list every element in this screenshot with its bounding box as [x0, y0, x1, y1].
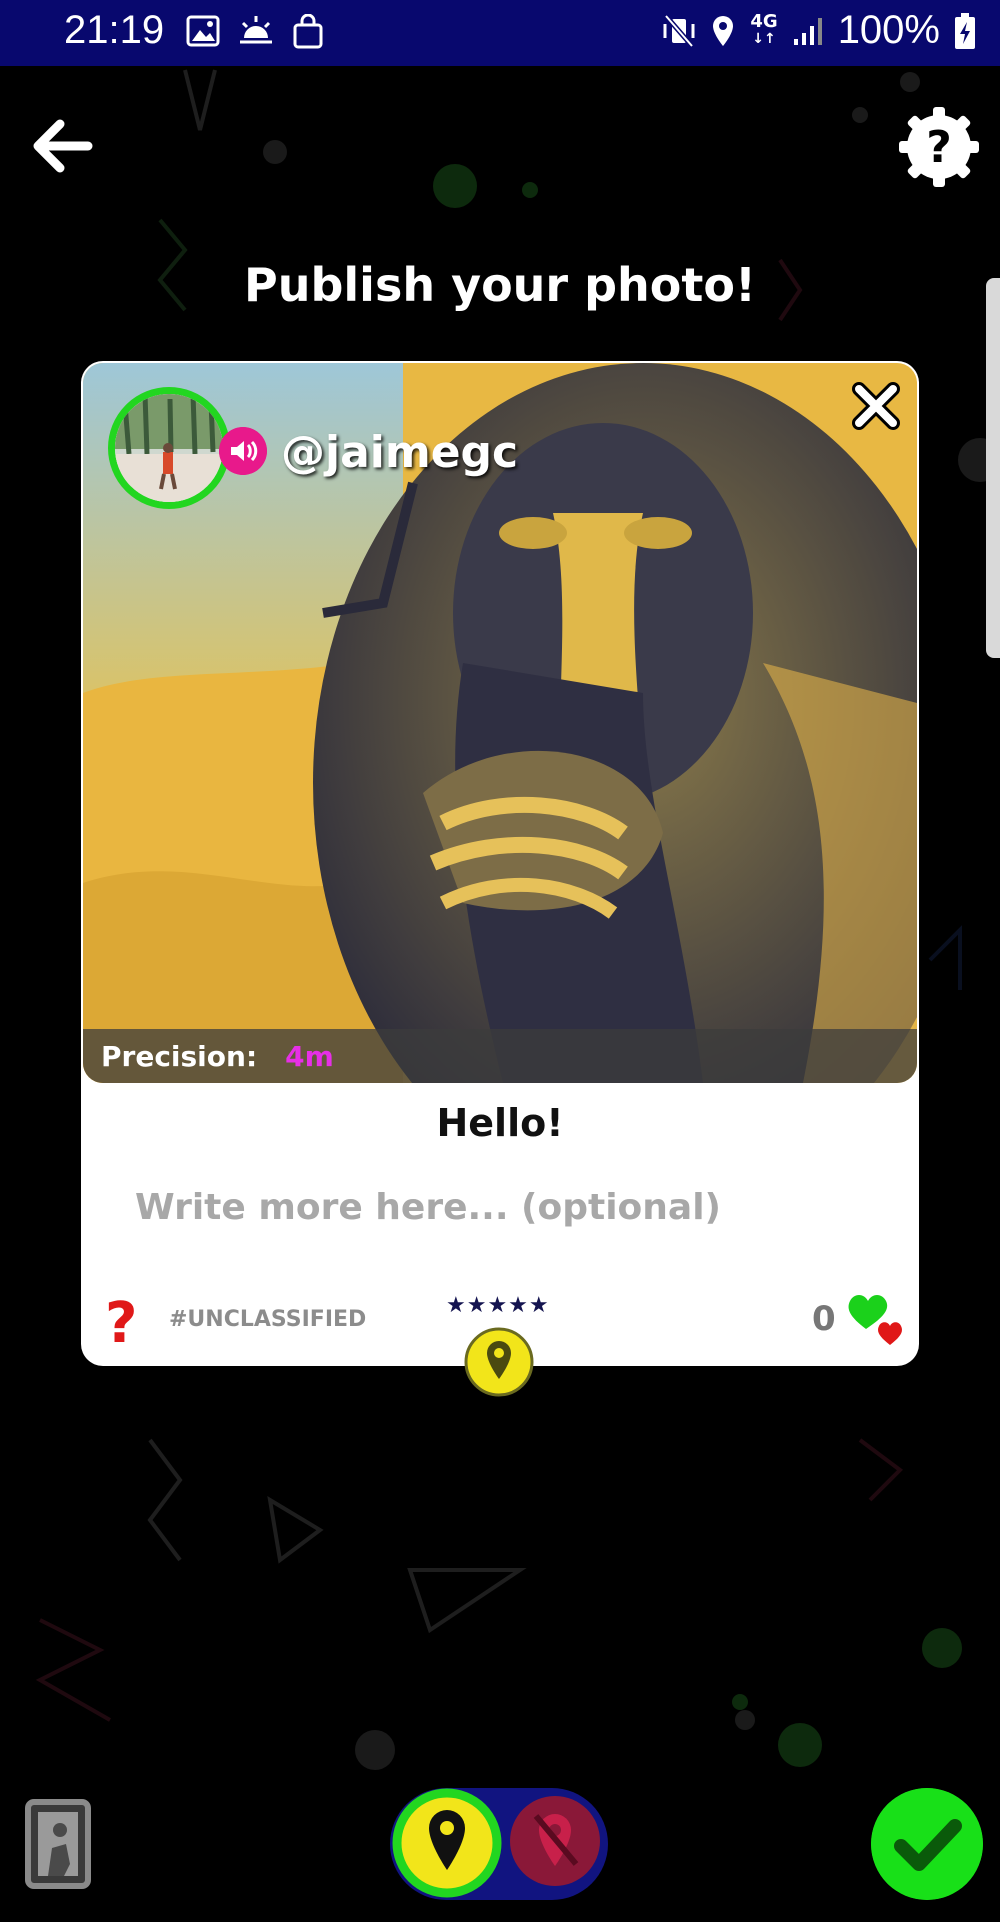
side-drawer-handle[interactable]: [986, 278, 1000, 658]
photo-card: Precision: 4m @jaimegc Hello! ? #UNCLASS…: [81, 361, 919, 1397]
checkmark-icon[interactable]: [871, 1788, 983, 1900]
location-icon: [713, 15, 734, 46]
speaker-icon[interactable]: [219, 427, 267, 475]
close-icon[interactable]: [849, 379, 903, 433]
map-pin-off-icon[interactable]: [506, 1792, 604, 1890]
battery-percent: 100%: [837, 8, 940, 52]
precision-bar: Precision: 4m: [83, 1029, 917, 1083]
battery-charging-icon: [955, 12, 975, 49]
signal-icon: [793, 17, 822, 45]
network-arrows: ↓↑: [752, 31, 776, 47]
likes-count: 0: [812, 1299, 836, 1339]
back-arrow-icon[interactable]: [30, 118, 94, 174]
status-time: 21:19: [64, 8, 165, 52]
sunrise-icon: [240, 16, 272, 44]
avatar[interactable]: [108, 387, 230, 509]
map-pin-icon[interactable]: [464, 1327, 534, 1397]
svg-text:?: ?: [926, 122, 952, 173]
description-input[interactable]: [133, 1176, 877, 1238]
network-type: 4G ↓↑: [750, 11, 778, 48]
shopping-bag-icon: [293, 14, 323, 49]
precision-label: Precision:: [101, 1039, 258, 1073]
username[interactable]: @jaimegc: [281, 427, 518, 478]
category-label[interactable]: #UNCLASSIFIED: [169, 1307, 366, 1332]
hearts-icon[interactable]: [844, 1289, 908, 1351]
rating-stars: ★★★★★: [446, 1293, 550, 1318]
help-gear-icon[interactable]: ?: [896, 104, 982, 190]
caption-title[interactable]: Hello!: [81, 1101, 919, 1145]
status-bar: 21:19 4G ↓↑ 100%: [0, 0, 1000, 66]
page-title: Publish your photo!: [244, 258, 756, 312]
gallery-photo-icon[interactable]: [24, 1798, 92, 1890]
map-pin-icon[interactable]: [392, 1788, 502, 1898]
status-right-icons: 4G ↓↑ 100%: [662, 8, 976, 53]
avatar-image: [115, 394, 223, 502]
question-mark-icon[interactable]: ?: [105, 1291, 137, 1356]
network-4g-label: 4G: [750, 11, 778, 32]
image-icon: [186, 15, 220, 47]
status-left-icons: [186, 14, 324, 50]
vibrate-mute-icon: [663, 13, 695, 48]
precision-value: 4m: [285, 1039, 334, 1073]
